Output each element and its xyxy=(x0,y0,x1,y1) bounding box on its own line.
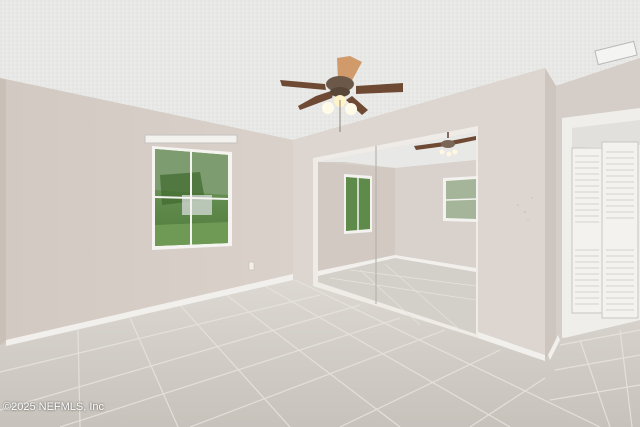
wall-outlet xyxy=(248,261,255,271)
room-illustration xyxy=(0,0,640,427)
left-edge-wall xyxy=(0,78,6,345)
right-wall xyxy=(545,68,556,360)
photo-watermark: ©2025 NEFMLS, Inc xyxy=(3,401,105,413)
hall-closet-doors xyxy=(571,141,639,319)
room-photo: ©2025 NEFMLS, Inc xyxy=(0,0,640,427)
bedroom-window xyxy=(144,134,238,250)
